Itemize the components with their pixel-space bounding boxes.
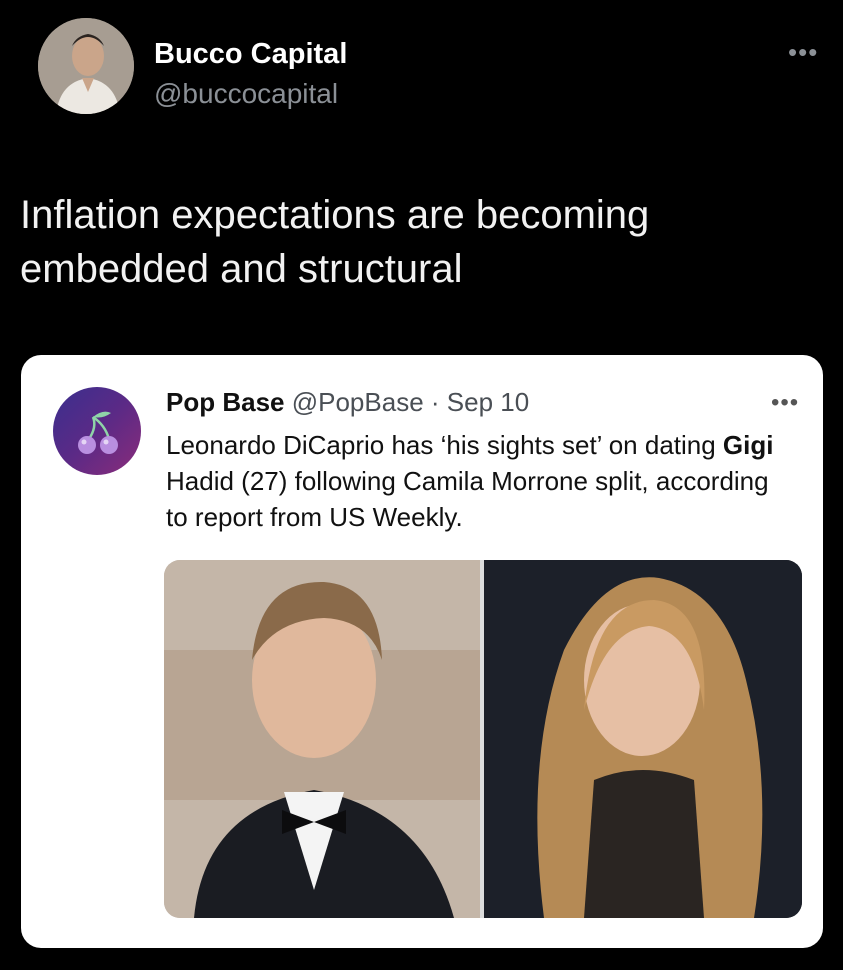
author-handle[interactable]: @buccocapital [154, 78, 338, 110]
quoted-author-avatar[interactable] [53, 387, 141, 475]
person-photo [38, 18, 134, 114]
photo-woman-selfie[interactable] [484, 560, 802, 918]
more-options-icon[interactable]: ••• [788, 39, 818, 65]
quoted-author-handle[interactable]: @PopBase [292, 387, 424, 417]
quoted-more-options-icon[interactable]: ••• [771, 389, 799, 417]
quoted-text-part1: Leonardo DiCaprio has ‘his sights set’ o… [166, 430, 723, 460]
quoted-tweet-meta: Pop Base @PopBase · Sep 10 [166, 385, 529, 419]
quoted-tweet-text: Leonardo DiCaprio has ‘his sights set’ o… [166, 427, 796, 535]
quoted-tweet-card[interactable]: Pop Base @PopBase · Sep 10 ••• Leonardo … [21, 355, 823, 948]
woman-portrait-illustration [484, 560, 802, 918]
meta-separator: · [430, 387, 440, 417]
cherry-icon [78, 411, 118, 454]
tweet-text: Inflation expectations are becoming embe… [20, 193, 650, 291]
quoted-tweet-media[interactable] [164, 560, 802, 918]
quoted-author-name[interactable]: Pop Base [166, 387, 285, 417]
photo-man-tuxedo[interactable] [164, 560, 480, 918]
author-name[interactable]: Bucco Capital [154, 38, 347, 71]
quoted-text-part2: Hadid (27) following Camila Morrone spli… [166, 466, 769, 532]
author-avatar[interactable] [38, 18, 134, 114]
quoted-tweet-date[interactable]: Sep 10 [447, 387, 529, 417]
quoted-text-bold: Gigi [722, 430, 774, 460]
man-portrait-illustration [164, 560, 480, 918]
